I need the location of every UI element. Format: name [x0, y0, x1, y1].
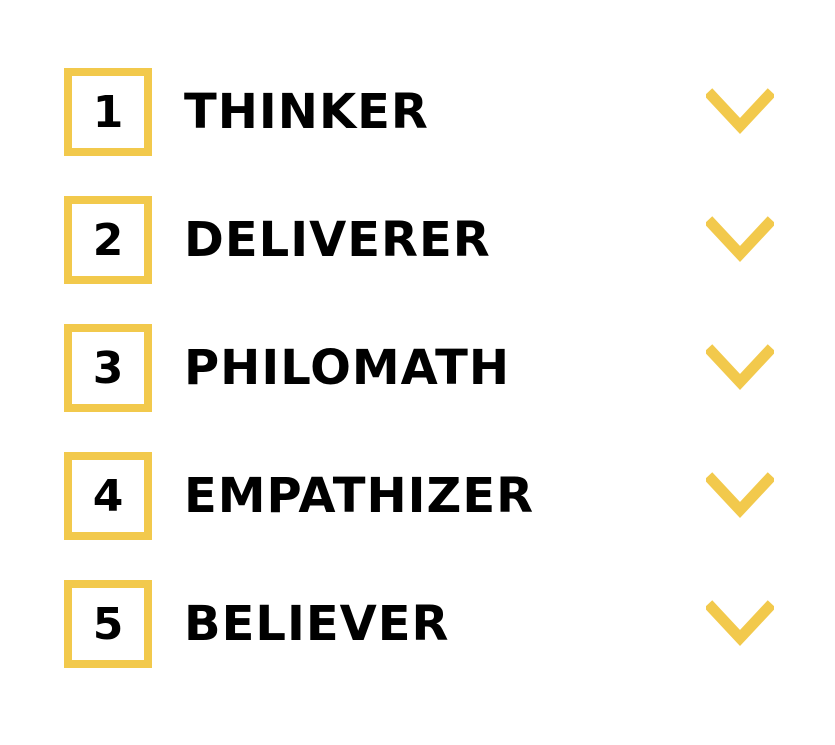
item-number-badge: 3 [64, 324, 152, 412]
chevron-down-icon[interactable] [706, 600, 774, 648]
item-title: DELIVERER [184, 212, 491, 268]
item-title: BELIEVER [184, 596, 450, 652]
accordion-item-thinker[interactable]: 1 THINKER [64, 68, 774, 156]
item-number-badge: 4 [64, 452, 152, 540]
accordion-item-empathizer[interactable]: 4 EMPATHIZER [64, 452, 774, 540]
accordion-item-philomath[interactable]: 3 PHILOMATH [64, 324, 774, 412]
item-number-badge: 2 [64, 196, 152, 284]
item-title: THINKER [184, 84, 429, 140]
chevron-down-icon[interactable] [706, 88, 774, 136]
item-title: EMPATHIZER [184, 468, 535, 524]
item-title: PHILOMATH [184, 340, 510, 396]
chevron-down-icon[interactable] [706, 216, 774, 264]
accordion-list: 1 THINKER 2 DELIVERER 3 PHILOMATH 4 EMPA… [64, 68, 774, 668]
accordion-item-believer[interactable]: 5 BELIEVER [64, 580, 774, 668]
accordion-item-deliverer[interactable]: 2 DELIVERER [64, 196, 774, 284]
item-number-badge: 5 [64, 580, 152, 668]
chevron-down-icon[interactable] [706, 472, 774, 520]
item-number-badge: 1 [64, 68, 152, 156]
chevron-down-icon[interactable] [706, 344, 774, 392]
